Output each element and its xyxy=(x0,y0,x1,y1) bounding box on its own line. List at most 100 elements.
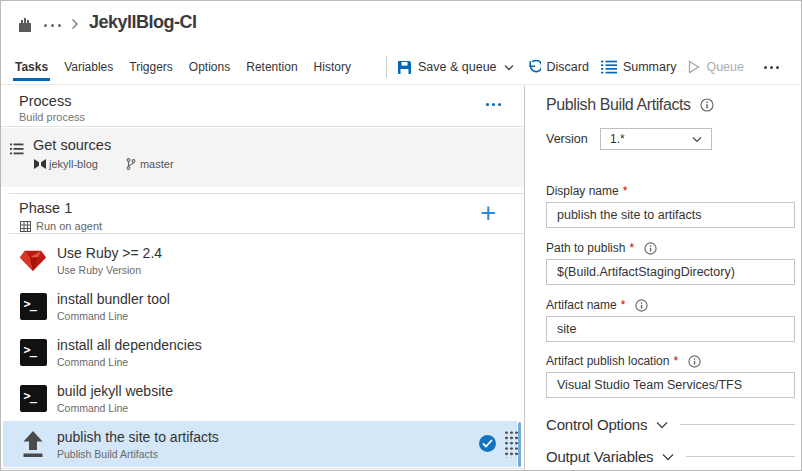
chevron-right-icon xyxy=(71,18,79,30)
task-subtitle: Command Line xyxy=(57,402,128,414)
output-variables-section[interactable]: Output Variables xyxy=(546,448,795,465)
info-icon[interactable] xyxy=(700,98,714,112)
section-divider xyxy=(680,424,795,425)
get-sources-title: Get sources xyxy=(33,137,111,153)
field-label: Display name xyxy=(546,184,619,198)
artifact-publish-location-input[interactable] xyxy=(546,372,795,398)
chevron-down-icon xyxy=(692,136,702,143)
phase-section[interactable]: Phase 1 Run on agent + xyxy=(9,193,524,234)
task-settings-pane: Publish Build Artifacts Version 1.* Disp… xyxy=(526,86,801,470)
field-label: Artifact name xyxy=(546,298,617,312)
build-definition-icon xyxy=(17,16,33,33)
artifact-name-input[interactable] xyxy=(546,316,795,342)
task-row[interactable]: >_ build jekyll website Command Line xyxy=(3,375,517,421)
discard-label: Discard xyxy=(547,60,589,74)
tab-options[interactable]: Options xyxy=(189,49,230,85)
tab-history[interactable]: History xyxy=(314,49,351,85)
branch-icon xyxy=(126,158,136,170)
summary-button[interactable]: Summary xyxy=(601,60,676,74)
task-title: build jekyll website xyxy=(57,383,173,399)
steps-icon xyxy=(10,143,24,156)
agent-grid-icon xyxy=(20,221,31,232)
terminal-icon: >_ xyxy=(19,292,47,320)
toolbar: Save & queue Discard xyxy=(397,49,779,85)
toolbar-divider xyxy=(386,56,387,78)
check-circle-icon xyxy=(479,435,496,452)
repo-icon xyxy=(34,159,46,169)
save-queue-label: Save & queue xyxy=(418,60,497,74)
process-title: Process xyxy=(19,93,71,109)
required-asterisk: * xyxy=(673,354,678,368)
get-sources-section[interactable]: Get sources jekyll-blog master xyxy=(1,128,524,187)
control-options-label: Control Options xyxy=(546,416,647,433)
discard-button[interactable]: Discard xyxy=(526,60,589,75)
info-icon[interactable] xyxy=(688,355,701,368)
task-title: publish the site to artifacts xyxy=(57,429,219,445)
phase-title: Phase 1 xyxy=(19,200,72,216)
branch-name: master xyxy=(140,158,174,170)
tab-triggers[interactable]: Triggers xyxy=(129,49,173,85)
task-subtitle: Command Line xyxy=(57,356,128,368)
field-label: Artifact publish location xyxy=(546,354,669,368)
artifact-publish-location-field: Artifact publish location * xyxy=(546,354,795,398)
task-row[interactable]: >_ install all dependencies Command Line xyxy=(3,329,517,375)
task-subtitle: Command Line xyxy=(57,310,128,322)
version-value: 1.* xyxy=(610,132,625,146)
task-row[interactable]: >_ install bundler tool Command Line xyxy=(3,283,517,329)
required-asterisk: * xyxy=(629,241,634,255)
summary-label: Summary xyxy=(623,60,676,74)
process-subtitle: Build process xyxy=(19,111,85,123)
tab-variables[interactable]: Variables xyxy=(64,49,113,85)
required-asterisk: * xyxy=(621,298,626,312)
play-icon xyxy=(688,60,700,74)
info-icon[interactable] xyxy=(644,242,657,255)
artifact-name-field: Artifact name * xyxy=(546,298,795,342)
task-row[interactable]: Use Ruby >= 2.4 Use Ruby Version xyxy=(3,237,517,283)
more-options-icon[interactable] xyxy=(764,66,779,69)
task-subtitle: Publish Build Artifacts xyxy=(57,448,158,460)
task-list: Use Ruby >= 2.4 Use Ruby Version >_ inst… xyxy=(1,237,524,467)
chevron-down-icon[interactable] xyxy=(504,64,514,71)
output-variables-label: Output Variables xyxy=(546,448,653,465)
tab-retention[interactable]: Retention xyxy=(246,49,297,85)
terminal-icon: >_ xyxy=(19,384,47,412)
display-name-input[interactable] xyxy=(546,202,795,228)
save-queue-button[interactable]: Save & queue xyxy=(397,60,497,75)
required-asterisk: * xyxy=(623,184,628,198)
task-row-selected[interactable]: publish the site to artifacts Publish Bu… xyxy=(3,421,517,467)
process-section[interactable]: Process Build process xyxy=(1,86,524,127)
page-title: JekyllBlog-CI xyxy=(89,12,197,33)
task-title: install bundler tool xyxy=(57,291,170,307)
queue-button[interactable]: Queue xyxy=(688,60,744,74)
version-select[interactable]: 1.* xyxy=(600,128,712,150)
path-to-publish-input[interactable] xyxy=(546,259,795,285)
tab-bar: Tasks Variables Triggers Options Retenti… xyxy=(1,49,801,85)
upload-icon xyxy=(19,430,47,458)
task-title: install all dependencies xyxy=(57,337,202,353)
phase-subtitle: Run on agent xyxy=(36,220,102,232)
path-to-publish-field: Path to publish * xyxy=(546,241,795,285)
display-name-field: Display name * xyxy=(546,184,795,228)
list-icon xyxy=(601,60,617,74)
section-divider xyxy=(686,456,795,457)
repo-name: jekyll-blog xyxy=(49,158,98,170)
save-icon xyxy=(397,60,412,75)
field-label: Path to publish xyxy=(546,241,625,255)
drag-handle-icon[interactable] xyxy=(504,430,519,458)
task-subtitle: Use Ruby Version xyxy=(57,264,141,276)
ruby-icon xyxy=(19,246,47,274)
terminal-icon: >_ xyxy=(19,338,47,366)
tab-tasks[interactable]: Tasks xyxy=(15,49,48,85)
queue-label: Queue xyxy=(706,60,744,74)
panel-title: Publish Build Artifacts xyxy=(546,96,691,114)
control-options-section[interactable]: Control Options xyxy=(546,416,795,433)
add-task-button[interactable]: + xyxy=(480,195,496,231)
breadcrumb-ellipsis-icon[interactable] xyxy=(44,24,61,27)
chevron-down-icon xyxy=(662,453,674,461)
chevron-down-icon xyxy=(656,421,668,429)
info-icon[interactable] xyxy=(635,299,648,312)
header: JekyllBlog-CI xyxy=(1,1,801,49)
process-more-icon[interactable] xyxy=(486,103,501,106)
version-label: Version xyxy=(546,132,588,146)
task-list-scrollbar[interactable] xyxy=(518,422,521,467)
